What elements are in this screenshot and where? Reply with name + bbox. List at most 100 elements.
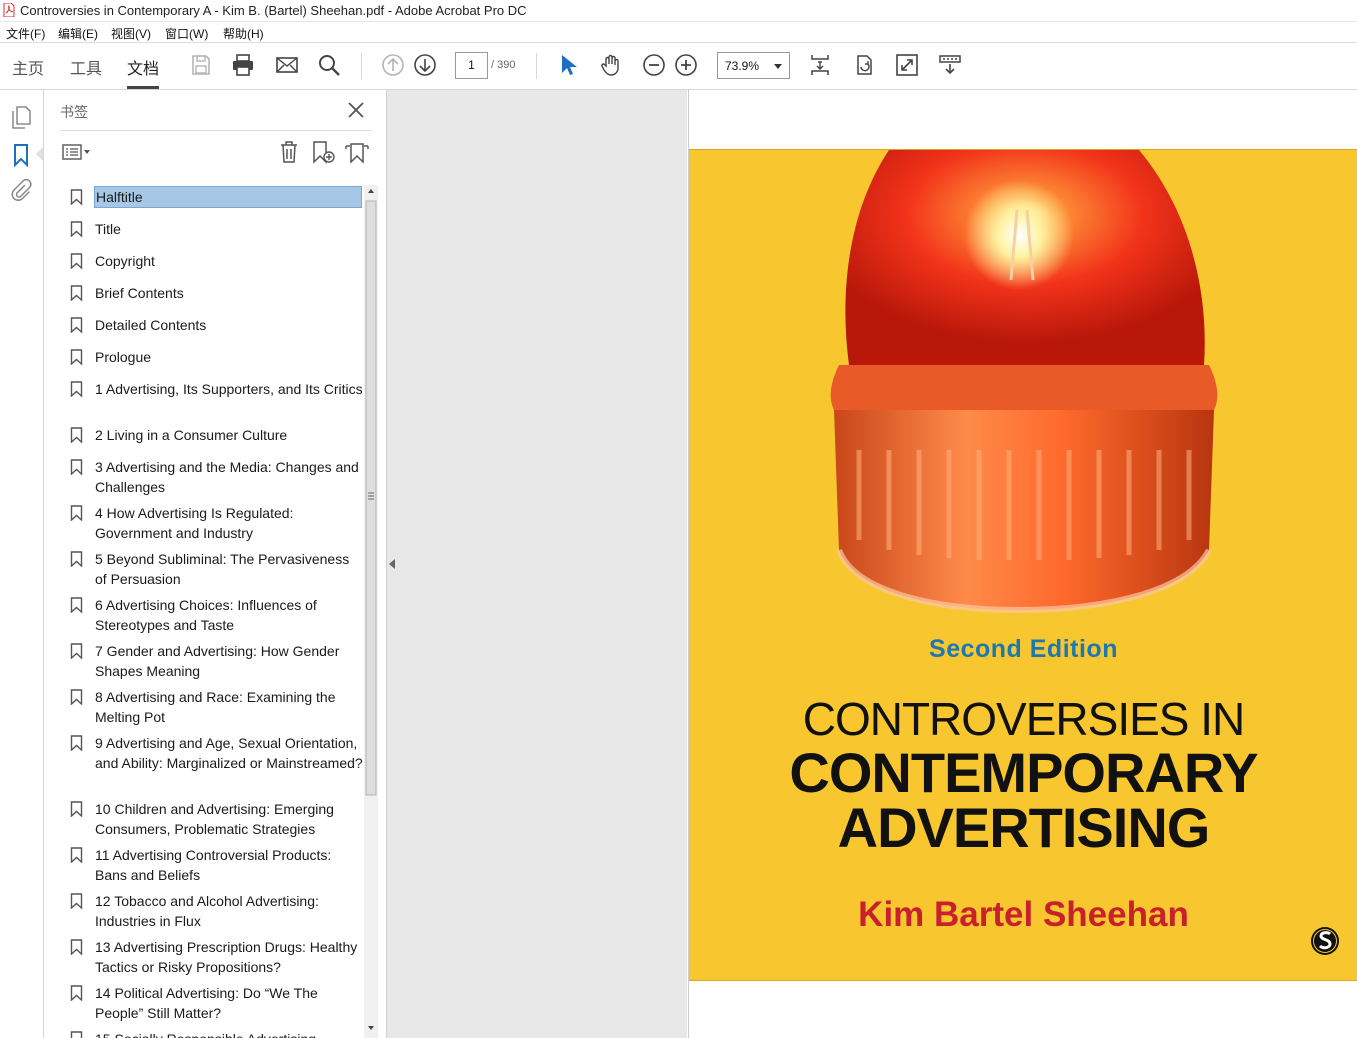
tab-tools[interactable]: 工具	[70, 55, 102, 79]
cover-title-line-3: ADVERTISING	[837, 796, 1211, 859]
bookmark-label: 6 Advertising Choices: Influences of Ste…	[95, 597, 317, 633]
delete-bookmark-icon[interactable]	[278, 140, 300, 164]
divider	[60, 130, 372, 131]
bookmark-icon	[70, 597, 83, 613]
options-menu-icon[interactable]	[61, 143, 93, 161]
scroll-mode-icon[interactable]	[808, 53, 832, 77]
bookmark-icon	[70, 551, 83, 567]
document-page: Second Edition CONTROVERSIES IN CONTEMPO…	[688, 90, 1357, 1038]
book-cover: Second Edition CONTROVERSIES IN CONTEMPO…	[689, 149, 1357, 981]
next-page-icon[interactable]	[413, 53, 437, 77]
bookmark-icon	[70, 505, 83, 521]
select-cursor-icon[interactable]	[556, 53, 580, 77]
bookmark-label: 14 Political Advertising: Do “We The Peo…	[95, 985, 318, 1021]
cover-author: Kim Bartel Sheehan	[858, 895, 1189, 934]
bookmark-label: 15 Socially Responsible Advertising	[95, 1029, 363, 1038]
bookmark-label: 11 Advertising Controversial Products: B…	[95, 847, 332, 883]
bookmark-icon	[70, 189, 83, 205]
bookmark-label: 9 Advertising and Age, Sexual Orientatio…	[95, 735, 363, 771]
email-icon[interactable]	[275, 53, 299, 77]
panel-splitter[interactable]	[387, 90, 687, 1038]
toolbar: 主页 工具 文档 1 / 390 73.9%	[0, 43, 1357, 90]
tab-document[interactable]: 文档	[127, 55, 160, 89]
bookmark-label: Title	[95, 221, 121, 237]
pdf-file-icon	[3, 3, 15, 17]
page-total: / 390	[491, 59, 516, 71]
bookmark-icon	[70, 643, 83, 659]
hand-tool-icon[interactable]	[599, 53, 623, 77]
bookmark-icon	[70, 459, 83, 475]
bookmark-label: Detailed Contents	[95, 317, 207, 333]
toolbar-separator	[536, 53, 537, 79]
bookmark-label: 10 Children and Advertising: Emerging Co…	[95, 801, 334, 837]
new-bookmark-icon[interactable]	[311, 140, 335, 164]
collapse-panel-icon[interactable]	[388, 558, 396, 570]
previous-page-icon[interactable]	[381, 53, 405, 77]
bookmark-icon	[70, 893, 83, 909]
bookmark-label: 5 Beyond Subliminal: The Pervasiveness o…	[95, 551, 350, 587]
edition-label: Second Edition	[929, 635, 1118, 663]
save-icon[interactable]	[189, 53, 213, 77]
print-icon[interactable]	[231, 53, 255, 77]
bookmark-from-structure-icon[interactable]	[344, 140, 370, 164]
scrollbar[interactable]	[364, 185, 378, 1038]
bookmark-label: Halftitle	[94, 186, 362, 208]
rotate-page-icon[interactable]	[852, 53, 876, 77]
panel-title: 书签	[60, 104, 88, 120]
bookmark-label: Copyright	[95, 253, 155, 269]
menu-bar: 文件(F) 编辑(E) 视图(V) 窗口(W) 帮助(H)	[0, 22, 1357, 43]
bookmarks-panel: 书签 Halftitle Title Copyright Brief Contents…	[44, 90, 387, 1038]
bookmark-label: 12 Tobacco and Alcohol Advertising: Indu…	[95, 893, 319, 929]
zoom-in-icon[interactable]	[674, 53, 698, 77]
tab-home[interactable]: 主页	[12, 55, 44, 79]
title-bar: Controversies in Contemporary A - Kim B.…	[0, 0, 1357, 22]
bookmark-label: 13 Advertising Prescription Drugs: Healt…	[95, 939, 358, 975]
menu-view[interactable]: 视图(V)	[111, 25, 151, 42]
bookmark-icon	[70, 1031, 83, 1038]
bookmark-icon	[70, 939, 83, 955]
menu-edit[interactable]: 编辑(E)	[58, 25, 98, 42]
panel-pointer-icon	[36, 147, 43, 161]
bookmark-icon	[70, 427, 83, 443]
zoom-out-icon[interactable]	[642, 53, 666, 77]
navigation-rail	[0, 90, 44, 1038]
menu-file[interactable]: 文件(F)	[6, 25, 45, 42]
chevron-down-icon	[774, 64, 782, 69]
bookmark-panel-icon[interactable]	[12, 143, 30, 167]
menu-help[interactable]: 帮助(H)	[223, 25, 264, 42]
bookmark-icon	[70, 221, 83, 237]
page-number-input[interactable]: 1	[455, 52, 488, 79]
bookmark-icon	[70, 285, 83, 301]
publisher-logo-icon	[1311, 927, 1339, 955]
bookmark-icon	[70, 317, 83, 333]
close-icon[interactable]	[346, 100, 366, 120]
full-screen-icon[interactable]	[895, 53, 919, 77]
page-thumbnails-icon[interactable]	[10, 106, 32, 130]
bookmark-label: 1 Advertising, Its Supporters, and Its C…	[95, 381, 363, 397]
bookmark-icon	[70, 689, 83, 705]
cover-title-line-1: CONTROVERSIES IN	[802, 693, 1246, 745]
toolbar-separator	[361, 53, 362, 79]
attachment-icon[interactable]	[10, 178, 32, 202]
bookmark-label: Prologue	[95, 349, 152, 365]
bookmark-label: 2 Living in a Consumer Culture	[95, 427, 288, 443]
bookmark-label: 7 Gender and Advertising: How Gender Sha…	[95, 643, 340, 679]
bookmark-label: 3 Advertising and the Media: Changes and…	[95, 459, 359, 495]
bookmark-icon	[70, 985, 83, 1001]
beacon-light-image	[830, 150, 1218, 614]
zoom-level-select[interactable]: 73.9%	[717, 52, 790, 79]
bookmark-list: Halftitle Title Copyright Brief Contents Det…	[60, 185, 366, 1038]
bookmark-icon	[70, 735, 83, 751]
search-icon[interactable]	[317, 53, 341, 77]
bookmark-icon	[70, 253, 83, 269]
bookmark-icon	[70, 381, 83, 397]
menu-window[interactable]: 窗口(W)	[165, 25, 208, 42]
window-title: Controversies in Contemporary A - Kim B.…	[20, 3, 527, 18]
bookmark-label: Brief Contents	[95, 285, 184, 301]
bookmark-label: 4 How Advertising Is Regulated: Governme…	[95, 505, 294, 541]
zoom-level-value: 73.9%	[725, 59, 760, 73]
read-mode-icon[interactable]	[938, 53, 962, 77]
bookmark-label: 8 Advertising and Race: Examining the Me…	[95, 689, 336, 725]
bookmark-icon	[70, 349, 83, 365]
bookmark-icon	[70, 801, 83, 817]
